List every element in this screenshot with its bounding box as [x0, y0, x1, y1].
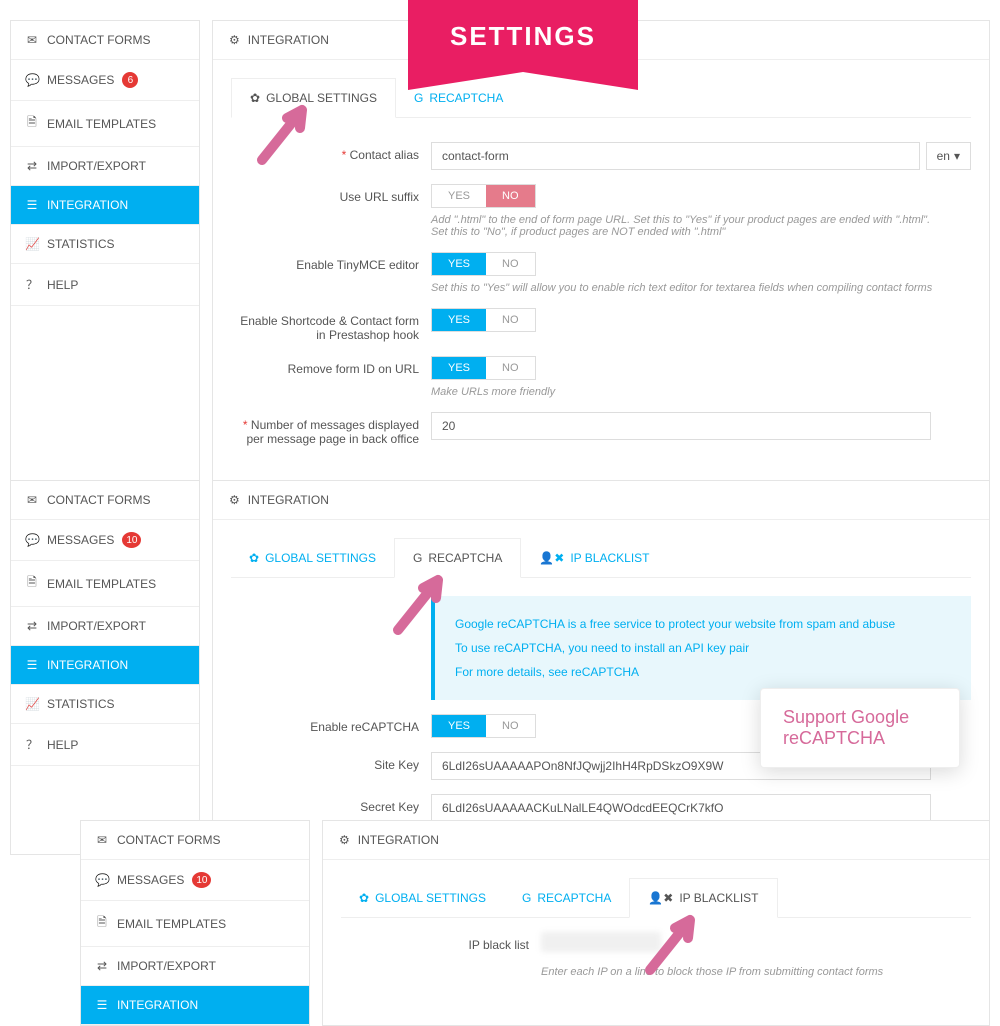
panel-title: ⚙INTEGRATION	[213, 481, 989, 520]
google-icon: G	[413, 551, 422, 565]
sidebar-item-email-templates[interactable]: 🗎EMAIL TEMPLATES	[11, 101, 199, 147]
tab-recaptcha[interactable]: GRECAPTCHA	[504, 878, 629, 917]
secret-key-input[interactable]	[431, 794, 931, 822]
sidebar-item-import-export[interactable]: ⇄IMPORT/EXPORT	[11, 147, 199, 186]
comment-icon: 💬	[95, 873, 109, 887]
contact-alias-input[interactable]	[431, 142, 920, 170]
google-icon: G	[414, 91, 423, 105]
tab-global-settings[interactable]: ✿GLOBAL SETTINGS	[231, 538, 394, 577]
recaptcha-callout: Support Google reCAPTCHA	[760, 688, 960, 768]
file-icon: 🗎	[25, 573, 39, 594]
sliders-icon: ☰	[95, 998, 109, 1012]
sidebar-item-messages[interactable]: 💬MESSAGES6	[11, 60, 199, 101]
sidebar-item-integration[interactable]: ☰INTEGRATION	[11, 646, 199, 685]
sidebar-item-email-templates[interactable]: 🗎EMAIL TEMPLATES	[11, 561, 199, 607]
envelope-icon: ✉	[95, 833, 109, 847]
tinymce-toggle[interactable]: YESNO	[431, 252, 536, 276]
removeid-toggle[interactable]: YESNO	[431, 356, 536, 380]
google-icon: G	[522, 891, 531, 905]
envelope-icon: ✉	[25, 33, 39, 47]
panel-integration: ⚙INTEGRATION ✿GLOBAL SETTINGS GRECAPTCHA…	[212, 20, 990, 489]
sidebar: ✉CONTACT FORMS 💬MESSAGES10 🗎EMAIL TEMPLA…	[80, 820, 310, 1026]
badge-count: 10	[192, 872, 211, 888]
tab-ip-blacklist[interactable]: 👤✖IP BLACKLIST	[521, 538, 667, 577]
arrow-icon	[640, 910, 700, 980]
gear-icon: ✿	[249, 551, 259, 565]
comment-icon: 💬	[25, 533, 39, 547]
file-icon: 🗎	[25, 113, 39, 134]
sliders-icon: ☰	[25, 198, 39, 212]
sidebar-item-integration[interactable]: ☰INTEGRATION	[81, 986, 309, 1025]
chart-icon: 📈	[25, 237, 39, 251]
file-icon: 🗎	[95, 913, 109, 934]
user-x-icon: 👤✖	[648, 891, 673, 905]
sidebar-item-help[interactable]: ？HELP	[11, 724, 199, 766]
sidebar-item-contact-forms[interactable]: ✉CONTACT FORMS	[11, 21, 199, 60]
help-icon: ？	[25, 736, 39, 753]
envelope-icon: ✉	[25, 493, 39, 507]
sidebar-item-help[interactable]: ？HELP	[11, 264, 199, 306]
sidebar-item-import-export[interactable]: ⇄IMPORT/EXPORT	[81, 947, 309, 986]
gear-icon: ✿	[359, 891, 369, 905]
comment-icon: 💬	[25, 73, 39, 87]
transfer-icon: ⇄	[95, 959, 109, 973]
gear-icon: ⚙	[229, 33, 240, 47]
badge-count: 10	[122, 532, 141, 548]
panel-integration: ⚙INTEGRATION ✿GLOBAL SETTINGS GRECAPTCHA…	[212, 480, 990, 855]
sidebar-item-email-templates[interactable]: 🗎EMAIL TEMPLATES	[81, 901, 309, 947]
chart-icon: 📈	[25, 697, 39, 711]
sidebar-item-integration[interactable]: ☰INTEGRATION	[11, 186, 199, 225]
transfer-icon: ⇄	[25, 159, 39, 173]
sidebar-item-import-export[interactable]: ⇄IMPORT/EXPORT	[11, 607, 199, 646]
enable-recaptcha-toggle[interactable]: YESNO	[431, 714, 536, 738]
url-suffix-toggle[interactable]: YESNO	[431, 184, 536, 208]
arrow-icon	[252, 100, 312, 170]
sidebar-item-messages[interactable]: 💬MESSAGES10	[81, 860, 309, 901]
sidebar-item-contact-forms[interactable]: ✉CONTACT FORMS	[11, 481, 199, 520]
panel-title: ⚙INTEGRATION	[323, 821, 989, 860]
sliders-icon: ☰	[25, 658, 39, 672]
gear-icon: ⚙	[339, 833, 350, 847]
help-icon: ？	[25, 276, 39, 293]
badge-count: 6	[122, 72, 138, 88]
tab-global-settings[interactable]: ✿GLOBAL SETTINGS	[341, 878, 504, 917]
gear-icon: ⚙	[229, 493, 240, 507]
sidebar-item-statistics[interactable]: 📈STATISTICS	[11, 685, 199, 724]
user-x-icon: 👤✖	[539, 551, 564, 565]
arrow-icon	[388, 570, 448, 640]
sidebar-item-messages[interactable]: 💬MESSAGES10	[11, 520, 199, 561]
lang-select[interactable]: en ▾	[926, 142, 971, 170]
sidebar-item-contact-forms[interactable]: ✉CONTACT FORMS	[81, 821, 309, 860]
msgcount-input[interactable]	[431, 412, 931, 440]
transfer-icon: ⇄	[25, 619, 39, 633]
tabs: ✿GLOBAL SETTINGS GRECAPTCHA 👤✖IP BLACKLI…	[231, 538, 971, 578]
sidebar: ✉CONTACT FORMS 💬MESSAGES6 🗎EMAIL TEMPLAT…	[10, 20, 200, 489]
settings-ribbon: SETTINGS	[408, 0, 638, 72]
recaptcha-info: Google reCAPTCHA is a free service to pr…	[431, 596, 971, 700]
sidebar-item-statistics[interactable]: 📈STATISTICS	[11, 225, 199, 264]
sidebar: ✉CONTACT FORMS 💬MESSAGES10 🗎EMAIL TEMPLA…	[10, 480, 200, 855]
shortcode-toggle[interactable]: YESNO	[431, 308, 536, 332]
